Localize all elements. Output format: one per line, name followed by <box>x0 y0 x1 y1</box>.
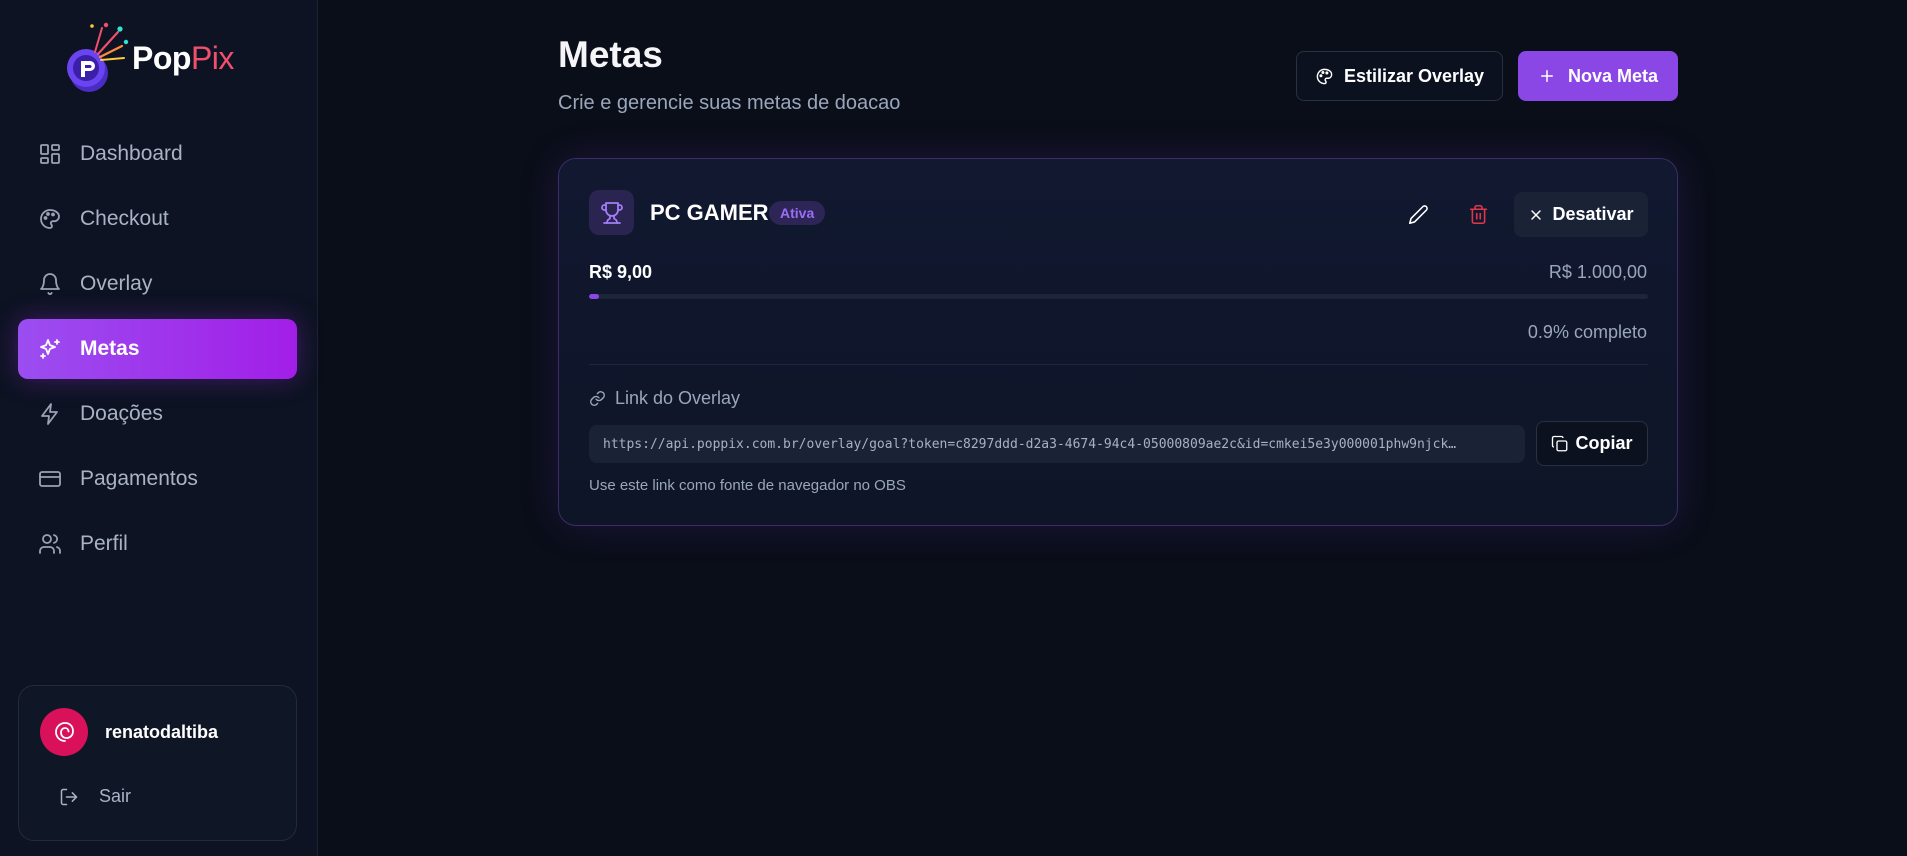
sidebar-item-label: Dashboard <box>80 142 183 165</box>
sidebar-item-metas[interactable]: Metas <box>18 319 297 379</box>
copy-button[interactable]: Copiar <box>1536 421 1648 466</box>
progress-fill <box>589 294 599 299</box>
users-icon <box>39 534 61 554</box>
overlay-url-value: https://api.poppix.com.br/overlay/goal?t… <box>603 436 1457 452</box>
sidebar-nav: Dashboard Checkout Overlay Metas Doações… <box>18 124 297 579</box>
divider <box>589 364 1648 365</box>
style-overlay-button[interactable]: Estilizar Overlay <box>1296 51 1503 101</box>
overlay-hint: Use este link como fonte de navegador no… <box>589 477 906 494</box>
trash-icon <box>1469 204 1487 224</box>
progress-bar <box>589 294 1648 299</box>
sidebar-item-label: Pagamentos <box>80 467 198 490</box>
logo-text-pix: Pix <box>190 39 234 76</box>
sidebar-item-pagamentos[interactable]: Pagamentos <box>18 449 297 509</box>
delete-goal-button[interactable] <box>1458 194 1498 234</box>
logo-wordmark: PopPix <box>132 40 234 77</box>
sidebar-item-perfil[interactable]: Perfil <box>18 514 297 574</box>
raised-amount: R$ 9,00 <box>589 262 653 282</box>
bell-icon <box>40 273 60 295</box>
style-overlay-label: Estilizar Overlay <box>1343 65 1485 86</box>
page-title: Metas <box>558 34 663 75</box>
palette-icon <box>40 209 60 229</box>
logo-text-pop: Pop <box>132 39 191 76</box>
avatar[interactable] <box>40 708 88 756</box>
sidebar-item-label: Metas <box>80 337 140 360</box>
pencil-icon <box>1408 204 1428 224</box>
sidebar-item-label: Checkout <box>80 207 169 230</box>
sparkles-icon <box>40 339 60 359</box>
logo[interactable]: PopPix <box>62 20 234 96</box>
logout-label: Sair <box>99 786 132 806</box>
logout-button[interactable]: Sair <box>59 786 131 807</box>
goal-card: PC GAMER Ativa Desativar R$ 9,00 R$ 1.00… <box>558 158 1678 526</box>
trophy-icon <box>589 190 634 235</box>
target-amount: R$ 1.000,00 <box>1548 262 1647 282</box>
close-icon <box>1531 209 1542 220</box>
deactivate-button[interactable]: Desativar <box>1514 192 1648 237</box>
sidebar: PopPix Dashboard Checkout Overlay Metas … <box>0 0 318 856</box>
overlay-link-text: Link do Overlay <box>615 388 741 408</box>
palette-icon <box>1316 68 1333 84</box>
overlay-url-field[interactable]: https://api.poppix.com.br/overlay/goal?t… <box>589 425 1525 463</box>
new-goal-button[interactable]: Nova Meta <box>1518 51 1678 101</box>
credit-card-icon <box>39 471 61 487</box>
logout-icon <box>60 788 78 805</box>
poppix-logo-icon <box>62 20 130 96</box>
copy-icon <box>1552 435 1568 451</box>
sidebar-item-dashboard[interactable]: Dashboard <box>18 124 297 184</box>
sidebar-item-doacoes[interactable]: Doações <box>18 384 297 444</box>
dashboard-icon <box>40 144 60 164</box>
status-badge: Ativa <box>769 201 826 225</box>
new-goal-label: Nova Meta <box>1567 65 1659 86</box>
zap-icon <box>41 403 58 425</box>
link-icon <box>590 391 605 406</box>
edit-goal-button[interactable] <box>1398 194 1438 234</box>
page-subtitle: Crie e gerencie suas metas de doacao <box>558 92 901 114</box>
sidebar-item-overlay[interactable]: Overlay <box>18 254 297 314</box>
sidebar-item-label: Perfil <box>80 532 128 555</box>
plus-icon <box>1540 70 1553 82</box>
sidebar-item-label: Overlay <box>80 272 153 295</box>
user-card: renatodaltiba Sair <box>18 685 297 841</box>
progress-percent: 0.9% completo <box>1527 322 1647 342</box>
username: renatodaltiba <box>105 722 219 742</box>
sidebar-item-label: Doações <box>80 402 163 425</box>
goal-title: PC GAMER <box>650 200 769 225</box>
deactivate-label: Desativar <box>1552 204 1634 224</box>
swirl-avatar-icon <box>55 722 74 742</box>
sidebar-item-checkout[interactable]: Checkout <box>18 189 297 249</box>
overlay-link-label: Link do Overlay <box>589 388 740 409</box>
copy-label: Copiar <box>1575 433 1633 453</box>
